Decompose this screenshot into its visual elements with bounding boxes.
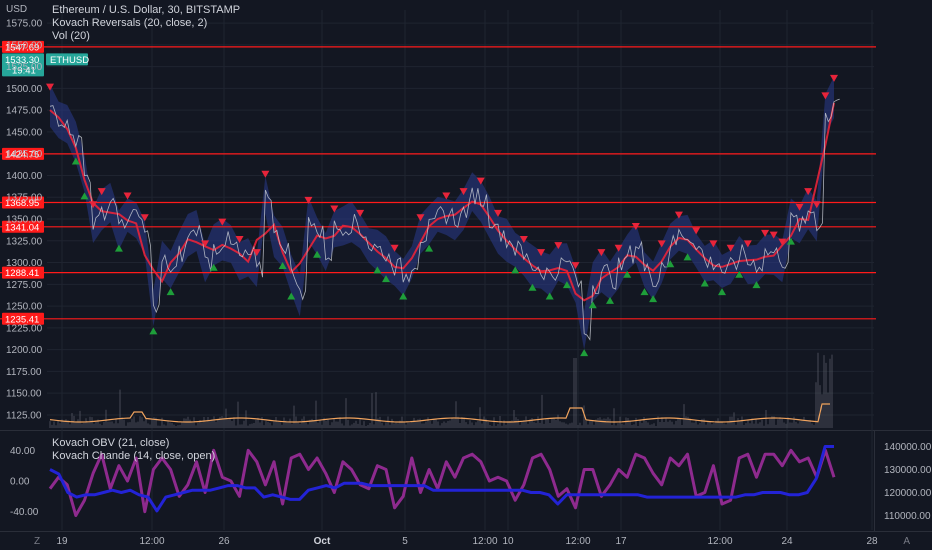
x-tick-label: 28 [866,536,878,547]
x-tick-label: 17 [615,536,627,547]
x-tick-label: 24 [781,536,793,547]
x-tick-label: 12:00 [472,536,497,547]
x-tick-label: 12:00 [707,536,732,547]
y-tick-label: 1225.00 [6,323,43,334]
symbol-title[interactable]: Ethereum / U.S. Dollar, 30, BITSTAMP [52,4,240,17]
indicator-legend-volume[interactable]: Vol (20) [52,30,90,43]
y-tick-label: 1325.00 [6,236,43,247]
x-tick-label: Oct [314,536,331,547]
auto-scale-button[interactable]: A [903,536,910,547]
y-tick-label: 1250.00 [6,302,43,313]
osc-right-tick: 130000.00 [884,465,932,476]
x-tick-label: 19 [56,536,68,547]
x-tick-label: 10 [502,536,514,547]
indicator-legend-reversals[interactable]: Kovach Reversals (20, close, 2) [52,17,207,30]
osc-right-tick: 110000.00 [884,511,931,522]
y-tick-label: 1525.00 [6,62,43,73]
osc-left-tick: -40.00 [10,507,39,518]
x-tick-label: 12:00 [565,536,590,547]
y-tick-label: 1300.00 [6,258,43,269]
y-tick-label: 1275.00 [6,280,43,291]
ticker-label: ETHUSD [50,55,89,66]
chart-background [0,0,932,550]
y-tick-label: 1575.00 [6,19,43,30]
y-tick-label: 1175.00 [6,367,42,378]
x-tick-label: 12:00 [139,536,164,547]
y-tick-label: 1475.00 [6,106,43,117]
osc-right-tick: 140000.00 [884,442,932,453]
y-tick-label: 1400.00 [6,171,43,182]
x-tick-label: 5 [402,536,408,547]
y-tick-label: 1425.00 [6,149,43,160]
y-tick-label: 1350.00 [6,215,43,226]
indicator-legend-obv[interactable]: Kovach OBV (21, close) [52,437,169,450]
y-tick-label: 1125.00 [6,410,42,421]
x-tick-label: 26 [218,536,230,547]
zoom-button[interactable]: Z [34,536,40,547]
chart-canvas[interactable]: 1547.691424.751368.951341.041288.411235.… [0,0,932,550]
osc-right-tick: 120000.00 [884,488,932,499]
y-tick-label: 1200.00 [6,345,43,356]
price-unit-label: USD [6,4,28,15]
y-tick-label: 1550.00 [6,40,43,51]
y-tick-label: 1150.00 [6,389,42,400]
level-label: 1288.41 [5,268,39,279]
y-tick-label: 1375.00 [6,193,43,204]
osc-left-tick: 40.00 [10,446,35,457]
indicator-legend-chande[interactable]: Kovach Chande (14, close, open) [52,450,215,463]
y-tick-label: 1450.00 [6,127,43,138]
y-tick-label: 1500.00 [6,84,43,95]
osc-left-tick: 0.00 [10,477,30,488]
